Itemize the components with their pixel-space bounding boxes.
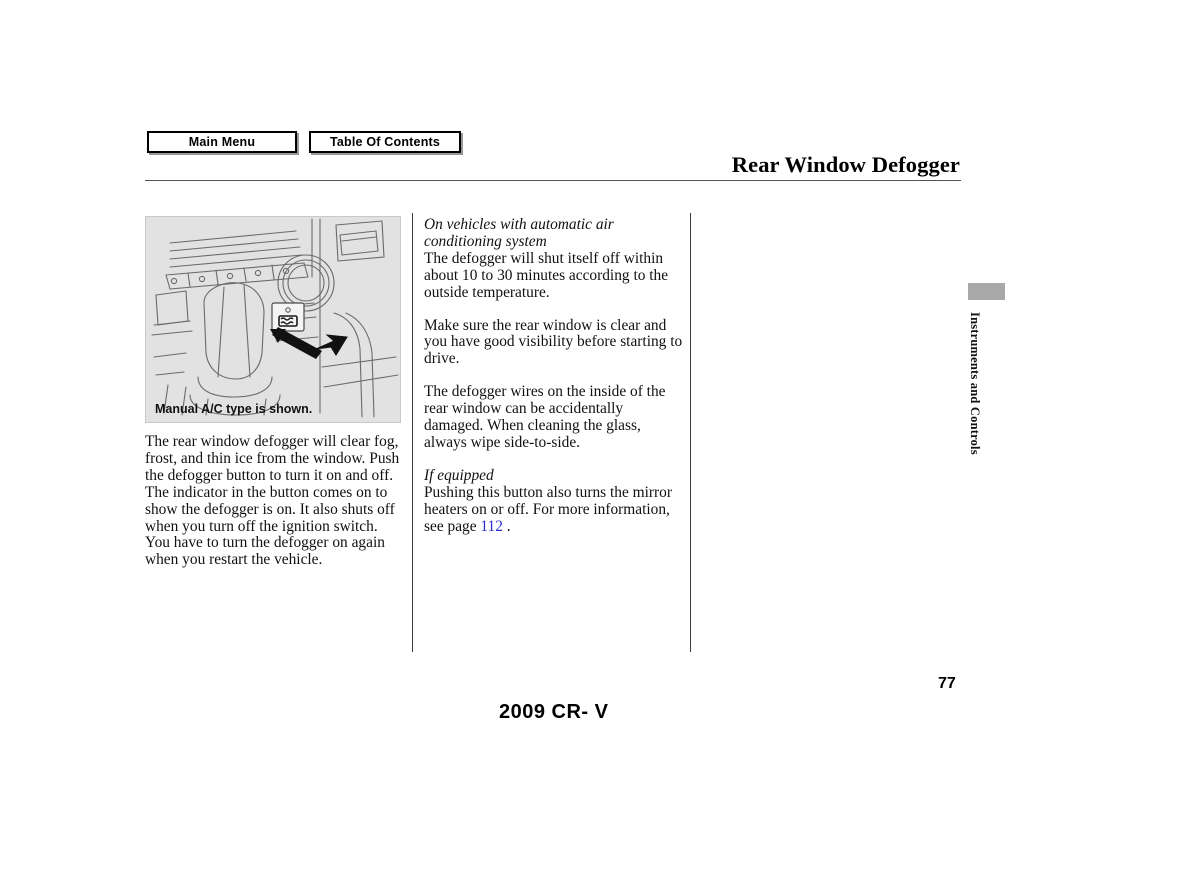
page-number: 77 — [938, 675, 956, 692]
page-reference-link[interactable]: 112 — [480, 518, 503, 535]
right-block-1: On vehicles with automatic air condition… — [424, 216, 686, 302]
model-year-label: 2009 CR- V — [499, 701, 609, 723]
console-illustration — [145, 216, 401, 423]
title-divider-rule — [145, 180, 961, 181]
left-column-text: The rear window defogger will clear fog,… — [145, 433, 403, 569]
right-paragraph-3: The defogger wires on the inside of the … — [424, 383, 666, 451]
column-divider-left — [412, 213, 413, 652]
right-subhead-2: If equipped — [424, 466, 494, 484]
section-side-label: Instruments and Controls — [968, 312, 982, 455]
table-of-contents-button[interactable]: Table Of Contents — [309, 131, 461, 153]
right-subhead-1: On vehicles with automatic air condition… — [424, 216, 614, 250]
right-column-text: On vehicles with automatic air condition… — [424, 216, 686, 536]
right-paragraph-2: Make sure the rear window is clear and y… — [424, 316, 683, 368]
section-thumb-tab — [968, 283, 1005, 300]
right-paragraph-1: The defogger will shut itself off within… — [424, 249, 669, 301]
main-menu-button[interactable]: Main Menu — [147, 131, 297, 153]
right-block-2: If equipped Pushing this button also tur… — [424, 466, 686, 536]
page-title: Rear Window Defogger — [731, 152, 960, 177]
column-divider-right — [690, 213, 691, 652]
right-paragraph-4-tail: . — [502, 517, 511, 535]
right-paragraph-4-text: Pushing this button also turns the mirro… — [424, 483, 672, 535]
console-illustration-svg — [146, 217, 400, 422]
figure-caption: Manual A/C type is shown. — [155, 402, 313, 416]
defogger-button-graphic — [271, 302, 305, 332]
left-paragraph-1: The rear window defogger will clear fog,… — [145, 433, 400, 569]
